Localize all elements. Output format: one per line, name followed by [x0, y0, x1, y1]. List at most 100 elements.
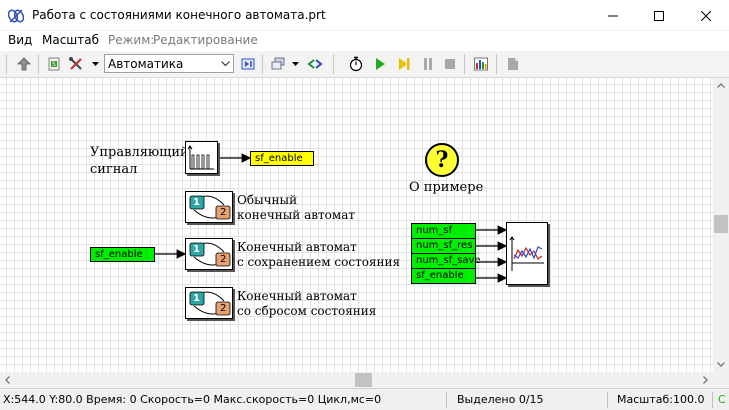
fsm-state-2: 2 — [220, 254, 227, 265]
up-level-button[interactable] — [14, 54, 34, 74]
fsm-block-save-state[interactable]: 1 2 — [185, 238, 233, 270]
stop-icon — [445, 59, 455, 69]
windows-icon — [271, 57, 285, 70]
fsm2-label: Конечный автомат с сохранением состояния — [237, 240, 400, 270]
close-icon — [701, 10, 711, 21]
fsm-state-1: 1 — [193, 244, 200, 255]
signal-generator-icon — [187, 145, 214, 170]
plot-port-num-sf-res[interactable]: num_sf_res — [411, 238, 476, 254]
export-icon — [508, 58, 518, 70]
windows-button[interactable] — [268, 54, 288, 74]
fsm-block-ordinary[interactable]: 1 2 — [185, 191, 233, 223]
fsm3-label-line2: со сбросом состояния — [237, 304, 377, 318]
bar-chart-icon — [474, 57, 488, 71]
menu-view[interactable]: Вид — [8, 33, 32, 47]
fsm-state-2: 2 — [220, 207, 227, 218]
tools-icon — [69, 57, 82, 70]
windows-dropdown[interactable] — [291, 54, 300, 74]
fsm3-label-line1: Конечный автомат — [237, 289, 357, 303]
control-signal-label: Управляющий сигнал — [90, 144, 189, 178]
toolbar-separator — [38, 54, 39, 74]
fsm2-label-line1: Конечный автомат — [237, 240, 357, 254]
line-chart-icon — [509, 236, 544, 271]
svg-text:S: S — [52, 61, 56, 68]
pause-button[interactable] — [418, 54, 438, 74]
control-signal-label-line1: Управляющий — [90, 145, 189, 160]
about-label: О примере — [409, 180, 484, 195]
tools-button[interactable] — [66, 54, 86, 74]
menu-mode-value: Редактирование — [153, 33, 258, 47]
library-combo[interactable]: Автоматика — [104, 54, 234, 73]
minimize-button[interactable] — [590, 0, 636, 31]
scroll-right-icon[interactable] — [703, 376, 708, 384]
chevron-down-icon — [292, 62, 299, 66]
title-bar: Работа с состояниями конечного автомата.… — [0, 0, 729, 31]
stopwatch-icon — [349, 56, 363, 72]
menu-scale[interactable]: Масштаб — [42, 33, 99, 47]
status-scale: Масштаб:100.0 — [617, 393, 705, 406]
status-bar: X:544.0 Y:80.0 Время: 0 Скорость=0 Макс.… — [0, 388, 729, 410]
step-button[interactable] — [394, 54, 414, 74]
signal-generator-block[interactable] — [185, 141, 218, 174]
chevron-down-icon — [92, 62, 99, 66]
status-coordinates: X:544.0 Y:80.0 Время: 0 Скорость=0 Макс.… — [3, 393, 382, 406]
window-title: Работа с состояниями конечного автомата.… — [32, 8, 326, 22]
scroll-up-icon[interactable] — [717, 83, 725, 88]
control-signal-label-line2: сигнал — [90, 162, 138, 177]
fsm1-label-line1: Обычный — [237, 193, 298, 207]
toolbar-separator — [262, 54, 263, 74]
sf-enable-input-port[interactable]: sf_enable — [90, 247, 155, 262]
script-button[interactable]: S — [44, 54, 64, 74]
library-combo-arrow[interactable] — [217, 55, 233, 72]
scroll-down-icon[interactable] — [717, 362, 725, 367]
app-icon — [8, 9, 24, 23]
plot-port-sf-enable[interactable]: sf_enable — [411, 268, 476, 284]
status-separator — [712, 392, 713, 408]
status-selected: Выделено 0/15 — [457, 393, 544, 406]
charts-button[interactable] — [471, 54, 491, 74]
fsm1-label-line2: конечный автомат — [237, 208, 356, 222]
plot-port-num-sf-save[interactable]: num_sf_save — [411, 253, 481, 269]
tools-dropdown[interactable] — [91, 54, 100, 74]
connect-button[interactable] — [305, 54, 325, 74]
library-combo-value: Автоматика — [108, 57, 184, 71]
vertical-scroll-thumb[interactable] — [714, 215, 728, 233]
stop-button[interactable] — [440, 54, 460, 74]
start-button[interactable] — [370, 54, 390, 74]
sf-enable-output-port[interactable]: sf_enable — [250, 151, 314, 166]
step-icon — [399, 58, 410, 70]
fsm1-label: Обычный конечный автомат — [237, 193, 355, 223]
close-button[interactable] — [683, 0, 729, 31]
toolbar-grip — [6, 54, 7, 74]
maximize-icon — [654, 10, 664, 21]
status-separator — [607, 392, 608, 408]
scrollbar-corner — [713, 372, 729, 388]
toolbar-separator — [496, 54, 497, 74]
library-nav-icon — [241, 58, 255, 70]
toolbar-separator — [333, 54, 334, 74]
minimize-icon — [608, 15, 618, 16]
question-icon: ? — [435, 147, 449, 173]
menu-bar: Вид Масштаб Режим: Редактирование — [0, 31, 729, 51]
timer-button[interactable] — [346, 54, 366, 74]
toolbar: S Автоматика — [0, 51, 729, 78]
about-button[interactable]: ? — [425, 143, 459, 177]
fsm-state-1: 1 — [193, 293, 200, 304]
status-separator — [446, 392, 447, 408]
link-arrows-icon — [307, 59, 323, 69]
diagram-canvas[interactable]: Управляющий сигнал sf_enable 1 2 Обычный… — [0, 78, 713, 372]
fsm-block-reset-state[interactable]: 1 2 — [185, 287, 233, 319]
script-icon: S — [48, 57, 60, 71]
horizontal-scroll-thumb[interactable] — [355, 373, 372, 387]
library-nav-button[interactable] — [238, 54, 258, 74]
fsm-state-2: 2 — [220, 303, 227, 314]
plot-block[interactable] — [506, 222, 548, 285]
fsm3-label: Конечный автомат со сбросом состояния — [237, 289, 376, 319]
maximize-button[interactable] — [636, 0, 682, 31]
scroll-left-icon[interactable] — [5, 376, 10, 384]
arrow-up-icon — [17, 57, 31, 71]
connection-wires — [155, 153, 508, 283]
pause-icon — [424, 58, 432, 70]
export-button[interactable] — [503, 54, 523, 74]
plot-port-num-sf[interactable]: num_sf — [411, 223, 476, 239]
